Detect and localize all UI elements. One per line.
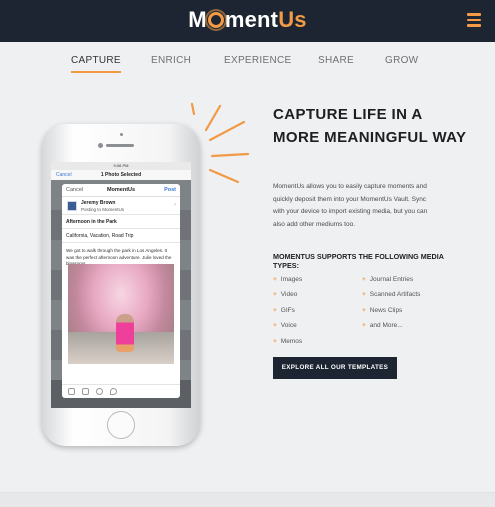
chevron-right-icon: › xyxy=(174,202,176,208)
plus-icon: + xyxy=(273,338,277,345)
phone-screen: 9:06 PM Cancel 1 Photo Selected Cancel M… xyxy=(51,162,191,408)
entry-title-field[interactable]: Afternoon in the Park xyxy=(62,215,180,229)
hamburger-icon[interactable] xyxy=(467,13,481,27)
phone-mockup: 9:06 PM Cancel 1 Photo Selected Cancel M… xyxy=(42,124,200,446)
cherry-blossom-photo xyxy=(68,264,174,364)
feature-description: MomentUs allows you to easily capture mo… xyxy=(273,183,428,228)
plus-icon: + xyxy=(273,291,277,298)
site-header: MmentUs xyxy=(0,0,495,42)
entry-tags-field[interactable]: California, Vacation, Road Trip xyxy=(62,229,180,243)
photo-cancel-link[interactable]: Cancel xyxy=(56,170,72,180)
mention-icon[interactable] xyxy=(96,388,103,395)
media-item-journal-entries: + Journal Entries xyxy=(362,276,414,283)
media-item-gifs: + GIFs xyxy=(273,307,295,314)
tab-share[interactable]: SHARE xyxy=(318,54,354,68)
card-action-bar xyxy=(62,384,180,398)
tab-experience[interactable]: EXPERIENCE xyxy=(224,54,291,68)
logo-text-m: M xyxy=(188,7,207,32)
media-item-voice: + Voice xyxy=(273,322,297,329)
phone-speaker xyxy=(106,144,134,147)
tab-capture[interactable]: CAPTURE xyxy=(71,54,121,73)
media-item-memos: + Memos xyxy=(273,338,303,345)
sun-icon xyxy=(207,12,224,28)
location-icon[interactable] xyxy=(110,388,117,395)
plus-icon: + xyxy=(273,322,277,329)
front-sensor xyxy=(120,133,123,136)
tab-enrich[interactable]: ENRICH xyxy=(151,54,191,68)
plus-icon: + xyxy=(362,322,366,329)
account-avatar xyxy=(67,201,77,211)
card-post-button[interactable]: Post xyxy=(164,184,176,197)
momentus-logo[interactable]: MmentUs xyxy=(0,6,495,34)
media-item-scanned-artifacts: + Scanned Artifacts xyxy=(362,291,421,298)
account-name: Jeremy Brown xyxy=(81,200,116,206)
next-section-edge xyxy=(0,492,495,507)
media-item-images: + Images xyxy=(273,276,303,283)
explore-templates-button[interactable]: EXPLORE ALL OUR TEMPLATES xyxy=(273,357,397,379)
photo-selection-title: 1 Photo Selected xyxy=(100,172,142,178)
photo-selection-bar: Cancel 1 Photo Selected xyxy=(51,170,191,180)
plus-icon: + xyxy=(362,291,366,298)
media-types-heading: MOMENTUS SUPPORTS THE FOLLOWING MEDIA TY… xyxy=(273,252,444,270)
card-cancel-button[interactable]: Cancel xyxy=(66,184,83,197)
tab-grow[interactable]: GROW xyxy=(385,54,418,68)
account-subtitle: Posting to MomentUs xyxy=(81,207,125,212)
account-row[interactable]: Jeremy Brown Posting to MomentUs › xyxy=(62,197,180,215)
photo-child xyxy=(116,314,134,352)
front-camera xyxy=(98,143,103,148)
media-item-and-more: + and More... xyxy=(362,322,403,329)
page-headline: CAPTURE LIFE IN A MORE MEANINGFUL WAY xyxy=(273,106,467,146)
people-icon[interactable] xyxy=(82,388,89,395)
share-card-header: Cancel MomentUs Post xyxy=(62,184,180,197)
logo-text-ment: ment xyxy=(224,7,279,32)
media-item-video: + Video xyxy=(273,291,298,298)
section-tabs: CAPTURE ENRICH EXPERIENCE SHARE GROW xyxy=(0,54,495,74)
logo-text-us: Us xyxy=(278,7,307,32)
plus-icon: + xyxy=(362,307,366,314)
status-bar: 9:06 PM xyxy=(51,162,191,170)
plus-icon: + xyxy=(273,307,277,314)
image-icon[interactable] xyxy=(68,388,75,395)
plus-icon: + xyxy=(273,276,277,283)
home-button[interactable] xyxy=(107,411,135,439)
card-title: MomentUs xyxy=(106,187,136,193)
media-item-news-clips: + News Clips xyxy=(362,307,403,314)
plus-icon: + xyxy=(362,276,366,283)
